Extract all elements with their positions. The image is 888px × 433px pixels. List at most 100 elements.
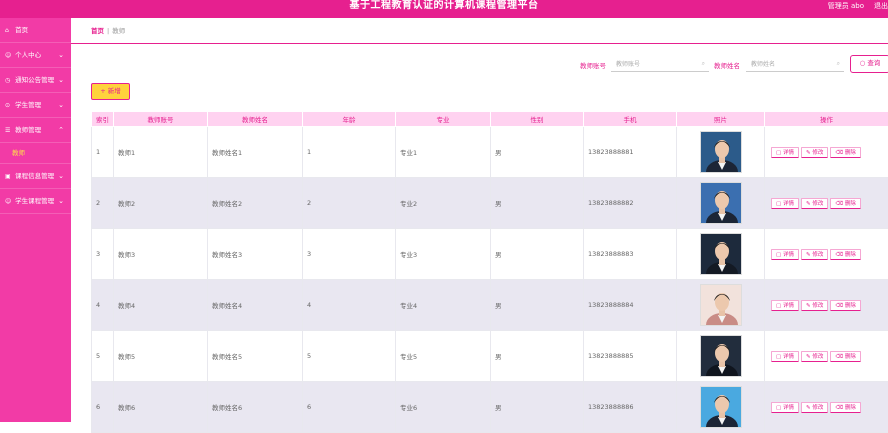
cell-name: 教师姓名6 [208,382,303,433]
teacher-photo[interactable] [700,233,742,275]
cell-name: 教师姓名3 [208,229,303,280]
user-icon: ☺ [5,43,13,68]
edit-label: 修改 [812,150,823,156]
add-button[interactable]: + 新增 [91,83,130,100]
edit-button[interactable]: ✎ 修改 [801,351,828,362]
home-icon: ⌂ [5,18,13,43]
edit-button[interactable]: ✎ 修改 [801,198,828,209]
delete-label: 删除 [845,201,856,207]
cell-photo [677,382,765,433]
edit-button[interactable]: ✎ 修改 [801,402,828,413]
query-button[interactable]: ○ 查询 [850,55,888,73]
edit-label: 修改 [812,354,823,360]
cell-phone: 13823888881 [584,127,677,178]
detail-button[interactable]: ▢ 详情 [771,249,799,260]
cell-photo [677,178,765,229]
column-header[interactable]: 专业 [396,112,491,127]
edit-button[interactable]: ✎ 修改 [801,249,828,260]
sidebar-item-home[interactable]: ⌂ 首页 [0,18,71,43]
sidebar-item-notice[interactable]: ◷ 通知公告管理 ⌄ [0,68,71,93]
detail-label: 详情 [783,150,794,156]
account-search-input[interactable]: 教师账号 ⌕ [611,56,709,72]
cell-idx: 1 [92,127,114,178]
cell-age: 1 [303,127,396,178]
edit-label: 修改 [812,252,823,258]
delete-label: 删除 [845,150,856,156]
trash-icon: ⌫ [835,303,845,309]
cell-name: 教师姓名2 [208,178,303,229]
delete-button[interactable]: ⌫ 删除 [830,402,861,413]
breadcrumb-home[interactable]: 首页 [91,27,104,35]
cell-idx: 4 [92,280,114,331]
sidebar-item-student-courses[interactable]: ☺ 学生课程管理 ⌄ [0,189,71,214]
delete-button[interactable]: ⌫ 删除 [830,249,861,260]
trash-icon: ⌫ [835,405,845,411]
teacher-photo[interactable] [700,284,742,326]
teacher-photo[interactable] [700,131,742,173]
sidebar-item-label: 通知公告管理 [15,76,54,84]
cell-name: 教师姓名4 [208,280,303,331]
detail-button[interactable]: ▢ 详情 [771,198,799,209]
column-header[interactable]: 性别 [491,112,584,127]
column-header[interactable]: 教师姓名 [208,112,303,127]
main-content: 首页|教师 教师账号 教师账号 ⌕ 教师姓名 教师姓名 ⌕ ○ 查询 + 新增 … [71,18,888,422]
teacher-photo[interactable] [700,335,742,377]
column-header: 索引 [92,112,114,127]
cell-major: 专业5 [396,331,491,382]
detail-button[interactable]: ▢ 详情 [771,147,799,158]
detail-icon: ▢ [776,354,783,360]
edit-button[interactable]: ✎ 修改 [801,300,828,311]
detail-icon: ▢ [776,405,783,411]
edit-label: 修改 [812,201,823,207]
sidebar: ⌂ 首页 ☺ 个人中心 ⌄ ◷ 通知公告管理 ⌄ ⊙ 学生管理 ⌄ ☰ 教师管理… [0,18,71,422]
sidebar-item-label: 个人中心 [15,51,41,59]
table-row: 6教师6教师姓名66专业6男13823888886 ▢ 详情✎ 修改⌫ 删除 [92,382,888,433]
trash-icon: ⌫ [835,201,845,207]
detail-label: 详情 [783,303,794,309]
cell-age: 5 [303,331,396,382]
cell-gender: 男 [491,178,584,229]
column-header[interactable]: 教师账号 [114,112,208,127]
detail-button[interactable]: ▢ 详情 [771,402,799,413]
teacher-photo[interactable] [700,182,742,224]
query-button-label: 查询 [867,59,880,67]
delete-button[interactable]: ⌫ 删除 [830,300,861,311]
sidebar-item-label: 学生管理 [15,101,41,109]
search-icon: ⌕ [837,60,840,68]
detail-button[interactable]: ▢ 详情 [771,300,799,311]
detail-button[interactable]: ▢ 详情 [771,351,799,362]
cell-major: 专业1 [396,127,491,178]
chevron-down-icon: ⌄ [58,164,64,189]
cell-actions: ▢ 详情✎ 修改⌫ 删除 [765,127,888,178]
cell-idx: 6 [92,382,114,433]
cell-idx: 5 [92,331,114,382]
search-icon: ⌕ [702,60,705,68]
cell-actions: ▢ 详情✎ 修改⌫ 删除 [765,178,888,229]
student-icon: ⊙ [5,93,13,118]
name-placeholder: 教师姓名 [751,61,775,68]
table-row: 2教师2教师姓名22专业2男13823888882 ▢ 详情✎ 修改⌫ 删除 [92,178,888,229]
sidebar-subitem-teacher[interactable]: 教师 [0,143,71,164]
column-header[interactable]: 年龄 [303,112,396,127]
cell-actions: ▢ 详情✎ 修改⌫ 删除 [765,331,888,382]
edit-button[interactable]: ✎ 修改 [801,147,828,158]
logout-link[interactable]: 退出 [874,1,888,11]
cell-gender: 男 [491,229,584,280]
cell-phone: 13823888882 [584,178,677,229]
detail-icon: ▢ [776,303,783,309]
table-row: 4教师4教师姓名44专业4男13823888884 ▢ 详情✎ 修改⌫ 删除 [92,280,888,331]
table-header-row: 索引 教师账号 教师姓名 年龄 专业 性别 手机 照片 操作 [92,112,888,127]
name-search-input[interactable]: 教师姓名 ⌕ [746,56,844,72]
cell-phone: 13823888884 [584,280,677,331]
teacher-icon: ☰ [5,118,13,143]
sidebar-item-students[interactable]: ⊙ 学生管理 ⌄ [0,93,71,118]
cell-name: 教师姓名1 [208,127,303,178]
delete-button[interactable]: ⌫ 删除 [830,198,861,209]
delete-button[interactable]: ⌫ 删除 [830,147,861,158]
trash-icon: ⌫ [835,354,845,360]
sidebar-item-teachers[interactable]: ☰ 教师管理 ⌃ [0,118,71,143]
delete-button[interactable]: ⌫ 删除 [830,351,861,362]
sidebar-item-profile[interactable]: ☺ 个人中心 ⌄ [0,43,71,68]
column-header[interactable]: 手机 [584,112,677,127]
sidebar-item-courses[interactable]: ▣ 课程信息管理 ⌄ [0,164,71,189]
